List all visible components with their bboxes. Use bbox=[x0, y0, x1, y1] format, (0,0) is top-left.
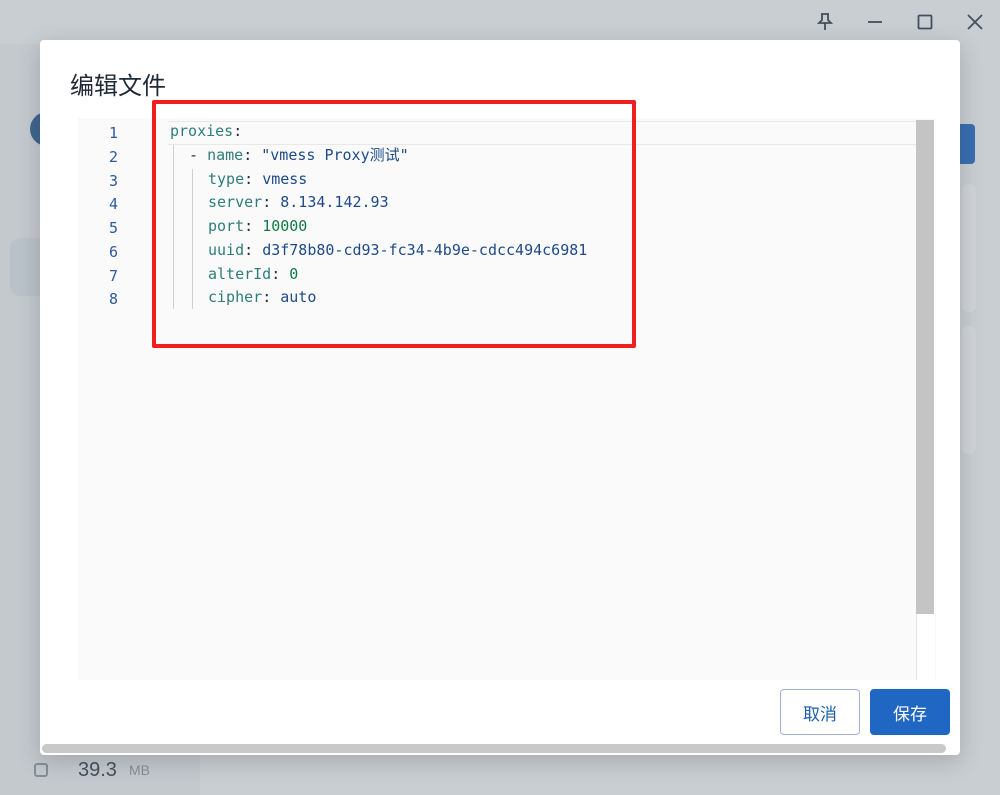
line-number-gutter: 1 2 3 4 5 6 7 8 bbox=[78, 118, 158, 680]
vertical-scrollbar-thumb[interactable] bbox=[916, 120, 934, 614]
line-number: 3 bbox=[108, 172, 118, 190]
line-number: 8 bbox=[108, 290, 118, 308]
dialog-title: 编辑文件 bbox=[70, 72, 166, 100]
line-number: 6 bbox=[108, 243, 118, 261]
line-number: 1 bbox=[108, 124, 118, 142]
save-button[interactable]: 保存 bbox=[870, 689, 950, 735]
line-number: 2 bbox=[108, 148, 118, 166]
line-number: 5 bbox=[108, 219, 118, 237]
line-number: 7 bbox=[108, 267, 118, 285]
horizontal-scrollbar[interactable] bbox=[42, 744, 946, 753]
annotation-highlight-box bbox=[152, 100, 636, 348]
line-number: 4 bbox=[108, 195, 118, 213]
cancel-button[interactable]: 取消 bbox=[780, 689, 860, 735]
